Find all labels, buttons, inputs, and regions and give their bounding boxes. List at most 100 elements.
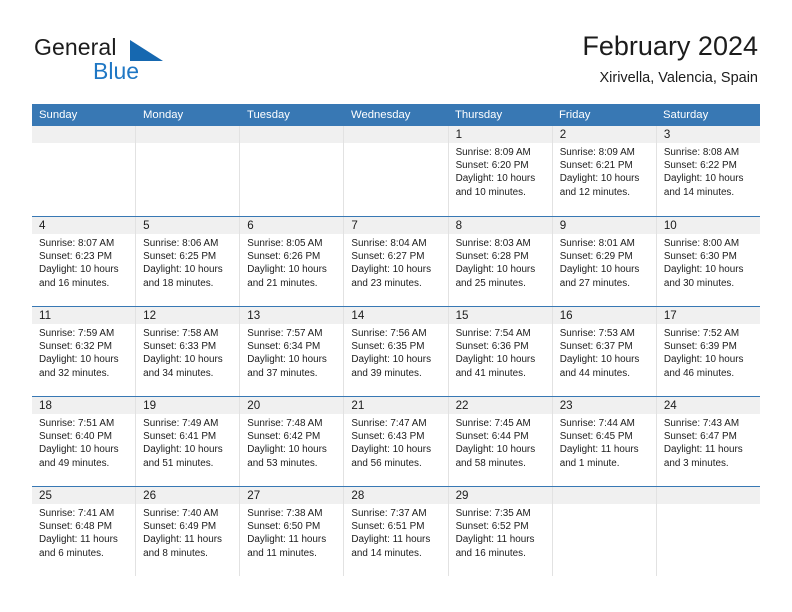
day-number (240, 126, 344, 143)
daylight-text-line1: Daylight: 10 hours (559, 354, 640, 366)
calendar-week-row: 1 Sunrise: 8:09 AM Sunset: 6:20 PM Daylight… (32, 126, 760, 216)
day-number (344, 126, 448, 143)
sunrise-text: Sunrise: 7:52 AM (663, 328, 740, 339)
day-sun-info: Sunrise: 7:47 AM Sunset: 6:43 PM Daylight:… (344, 414, 447, 470)
day-number: 5 (136, 217, 240, 234)
day-cell-empty (240, 126, 345, 216)
day-sun-info: Sunrise: 7:38 AM Sunset: 6:50 PM Daylight:… (240, 504, 343, 560)
day-cell[interactable]: 24 Sunrise: 7:43 AM Sunset: 6:47 PM Dayligh… (656, 397, 760, 486)
day-number: 3 (656, 126, 760, 143)
sunrise-text: Sunrise: 8:07 AM (39, 238, 115, 249)
day-cell[interactable]: 8 Sunrise: 8:03 AM Sunset: 6:28 PM Daylight… (448, 217, 553, 306)
weekday-header-saturday: Saturday (663, 109, 709, 121)
day-cell[interactable]: 17 Sunrise: 7:52 AM Sunset: 6:39 PM Dayligh… (656, 307, 760, 396)
daylight-text-line2: and 6 minutes. (39, 547, 104, 559)
day-cell[interactable]: 19 Sunrise: 7:49 AM Sunset: 6:41 PM Dayligh… (136, 397, 241, 486)
sunset-text: Sunset: 6:41 PM (143, 431, 217, 443)
daylight-text-line1: Daylight: 11 hours (143, 534, 222, 546)
day-cell[interactable]: 20 Sunrise: 7:48 AM Sunset: 6:42 PM Dayligh… (240, 397, 345, 486)
day-number: 17 (656, 307, 760, 324)
daylight-text-line2: and 37 minutes. (247, 367, 318, 379)
sunset-text: Sunset: 6:44 PM (455, 431, 529, 443)
day-cell[interactable]: 11 Sunrise: 7:59 AM Sunset: 6:32 PM Dayligh… (32, 307, 137, 396)
daylight-text-line1: Daylight: 10 hours (351, 264, 432, 276)
day-sun-info: Sunrise: 7:51 AM Sunset: 6:40 PM Daylight:… (32, 414, 135, 470)
day-sun-info: Sunrise: 7:56 AM Sunset: 6:35 PM Daylight:… (344, 324, 447, 380)
day-sun-info: Sunrise: 7:40 AM Sunset: 6:49 PM Daylight:… (136, 504, 239, 560)
sunrise-text: Sunrise: 8:05 AM (247, 238, 323, 249)
day-cell[interactable]: 14 Sunrise: 7:56 AM Sunset: 6:35 PM Dayligh… (344, 307, 449, 396)
weekday-header-wednesday: Wednesday (351, 109, 411, 121)
daylight-text-line2: and 44 minutes. (559, 367, 630, 379)
sunset-text: Sunset: 6:25 PM (143, 251, 217, 263)
calendar-week-row: 4 Sunrise: 8:07 AM Sunset: 6:23 PM Daylight… (32, 216, 760, 306)
daylight-text-line1: Daylight: 11 hours (351, 534, 431, 546)
calendar-page: General Blue February 2024 Xirivella, Va… (0, 0, 792, 612)
day-cell[interactable]: 4 Sunrise: 8:07 AM Sunset: 6:23 PM Daylight… (32, 217, 137, 306)
day-number: 26 (136, 487, 240, 504)
daylight-text-line1: Daylight: 11 hours (39, 534, 118, 546)
logo-text-general: General (34, 34, 117, 60)
day-cell[interactable]: 16 Sunrise: 7:53 AM Sunset: 6:37 PM Dayligh… (552, 307, 657, 396)
daylight-text-line1: Daylight: 10 hours (455, 444, 536, 456)
daylight-text-line1: Daylight: 10 hours (39, 444, 119, 456)
day-number: 2 (552, 126, 656, 143)
sunset-text: Sunset: 6:21 PM (559, 160, 633, 172)
sunset-text: Sunset: 6:39 PM (663, 341, 737, 353)
day-cell[interactable]: 22 Sunrise: 7:45 AM Sunset: 6:44 PM Dayligh… (448, 397, 553, 486)
day-cell[interactable]: 28 Sunrise: 7:37 AM Sunset: 6:51 PM Dayligh… (344, 487, 449, 576)
sunset-text: Sunset: 6:51 PM (351, 521, 425, 533)
sunrise-text: Sunrise: 7:48 AM (247, 418, 323, 429)
day-cell[interactable]: 15 Sunrise: 7:54 AM Sunset: 6:36 PM Dayligh… (448, 307, 553, 396)
day-cell[interactable]: 21 Sunrise: 7:47 AM Sunset: 6:43 PM Dayligh… (344, 397, 449, 486)
daylight-text-line2: and 11 minutes. (247, 547, 317, 559)
sunset-text: Sunset: 6:32 PM (39, 341, 113, 353)
sunset-text: Sunset: 6:28 PM (455, 251, 529, 263)
day-cell[interactable]: 5 Sunrise: 8:06 AM Sunset: 6:25 PM Daylight… (136, 217, 241, 306)
day-sun-info: Sunrise: 8:01 AM Sunset: 6:29 PM Daylight:… (553, 234, 656, 290)
day-number: 13 (240, 307, 344, 324)
sunrise-text: Sunrise: 7:37 AM (351, 508, 427, 519)
sunrise-text: Sunrise: 8:09 AM (455, 147, 531, 158)
day-sun-info: Sunrise: 7:37 AM Sunset: 6:51 PM Daylight:… (344, 504, 447, 560)
general-blue-logo: General Blue (34, 30, 264, 92)
day-cell[interactable]: 23 Sunrise: 7:44 AM Sunset: 6:45 PM Dayligh… (552, 397, 657, 486)
day-cell[interactable]: 29 Sunrise: 7:35 AM Sunset: 6:52 PM Dayligh… (448, 487, 553, 576)
day-cell[interactable]: 1 Sunrise: 8:09 AM Sunset: 6:20 PM Daylight… (448, 126, 553, 216)
day-cell[interactable]: 6 Sunrise: 8:05 AM Sunset: 6:26 PM Daylight… (240, 217, 345, 306)
sunrise-text: Sunrise: 7:59 AM (39, 328, 115, 339)
sunrise-text: Sunrise: 7:58 AM (143, 328, 219, 339)
day-cell-empty (136, 126, 241, 216)
sunrise-text: Sunrise: 8:09 AM (559, 147, 635, 158)
sunset-text: Sunset: 6:42 PM (247, 431, 321, 443)
sunrise-text: Sunrise: 7:57 AM (247, 328, 323, 339)
day-number: 28 (344, 487, 448, 504)
daylight-text-line2: and 18 minutes. (143, 277, 214, 289)
daylight-text-line1: Daylight: 10 hours (663, 264, 744, 276)
day-cell[interactable]: 2 Sunrise: 8:09 AM Sunset: 6:21 PM Daylight… (552, 126, 657, 216)
day-cell[interactable]: 26 Sunrise: 7:40 AM Sunset: 6:49 PM Dayligh… (136, 487, 241, 576)
daylight-text-line2: and 16 minutes. (39, 277, 110, 289)
sunset-text: Sunset: 6:27 PM (351, 251, 425, 263)
daylight-text-line2: and 21 minutes. (247, 277, 318, 289)
day-cell[interactable]: 7 Sunrise: 8:04 AM Sunset: 6:27 PM Daylight… (344, 217, 449, 306)
sunrise-text: Sunrise: 7:38 AM (247, 508, 323, 519)
daylight-text-line2: and 46 minutes. (663, 367, 735, 379)
day-cell[interactable]: 25 Sunrise: 7:41 AM Sunset: 6:48 PM Dayligh… (32, 487, 137, 576)
day-cell[interactable]: 13 Sunrise: 7:57 AM Sunset: 6:34 PM Dayligh… (240, 307, 345, 396)
day-number: 20 (240, 397, 344, 414)
calendar-grid: Sunday Monday Tuesday Wednesday Thursday Frid… (32, 104, 760, 576)
day-cell[interactable]: 18 Sunrise: 7:51 AM Sunset: 6:40 PM Dayligh… (32, 397, 137, 486)
weekday-header-tuesday: Tuesday (247, 109, 290, 121)
weekday-header-friday: Friday (559, 109, 591, 121)
day-cell[interactable]: 3 Sunrise: 8:08 AM Sunset: 6:22 PM Daylight… (656, 126, 760, 216)
sunset-text: Sunset: 6:48 PM (39, 521, 113, 533)
day-cell[interactable]: 27 Sunrise: 7:38 AM Sunset: 6:50 PM Dayligh… (240, 487, 345, 576)
day-cell[interactable]: 9 Sunrise: 8:01 AM Sunset: 6:29 PM Daylight… (552, 217, 657, 306)
day-cell[interactable]: 10 Sunrise: 8:00 AM Sunset: 6:30 PM Dayligh… (656, 217, 760, 306)
day-number (656, 487, 760, 504)
day-cell-empty (344, 126, 449, 216)
day-cell[interactable]: 12 Sunrise: 7:58 AM Sunset: 6:33 PM Dayligh… (136, 307, 241, 396)
day-sun-info: Sunrise: 7:52 AM Sunset: 6:39 PM Daylight:… (657, 324, 760, 380)
daylight-text-line2: and 3 minutes. (663, 457, 729, 469)
